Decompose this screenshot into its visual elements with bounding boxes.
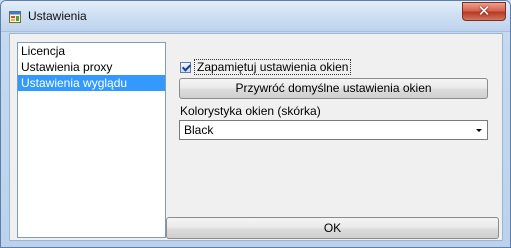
- window-title: Ustawienia: [28, 9, 87, 23]
- category-item-appearance[interactable]: Ustawienia wyglądu: [18, 75, 165, 91]
- category-item-license[interactable]: Licencja: [18, 43, 165, 59]
- settings-window: Ustawienia ✕ Licencja Ustawienia proxy U…: [0, 0, 511, 248]
- window-skin-label: Kolorystyka okien (skórka): [180, 104, 321, 118]
- remember-window-settings-checkbox[interactable]: Zapamiętuj ustawienia okien: [180, 58, 352, 76]
- window-skin-dropdown[interactable]: Black: [179, 120, 488, 140]
- remember-window-settings-label[interactable]: Zapamiętuj ustawienia okien: [194, 59, 352, 75]
- close-button[interactable]: ✕: [462, 2, 506, 21]
- restore-default-window-settings-button[interactable]: Przywróć domyślne ustawienia okien: [179, 78, 488, 99]
- checkmark-icon[interactable]: [180, 61, 191, 73]
- settings-category-list[interactable]: Licencja Ustawienia proxy Ustawienia wyg…: [17, 42, 166, 238]
- category-item-license-label: Licencja: [21, 44, 66, 58]
- category-item-appearance-label: Ustawienia wyglądu: [21, 76, 128, 90]
- chevron-down-icon[interactable]: [476, 129, 482, 132]
- settings-content-area: Licencja Ustawienia proxy Ustawienia wyg…: [9, 33, 503, 241]
- ok-button[interactable]: OK: [166, 217, 499, 239]
- category-item-proxy[interactable]: Ustawienia proxy: [18, 59, 165, 75]
- category-item-proxy-label: Ustawienia proxy: [21, 60, 113, 74]
- settings-window-icon: [9, 11, 21, 23]
- window-skin-selected-value: Black: [184, 123, 214, 137]
- title-bar[interactable]: Ustawienia ✕: [1, 1, 510, 32]
- close-icon: ✕: [477, 3, 491, 20]
